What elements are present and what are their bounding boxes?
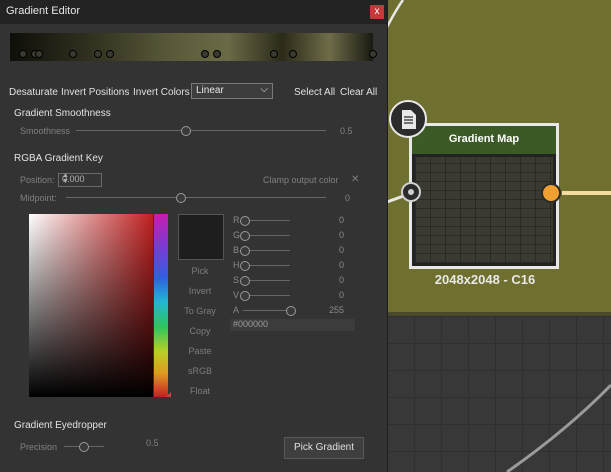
channel-value-h: 0: [338, 260, 344, 270]
invert-colors-button[interactable]: Invert Colors: [133, 87, 190, 98]
rgba-key-section-title: RGBA Gradient Key: [14, 153, 103, 164]
channel-label-b: B: [233, 245, 240, 255]
graph-canvas[interactable]: Gradient Map 2048x2048 - C16: [387, 0, 611, 472]
midpoint-label: Midpoint:: [20, 193, 57, 203]
gradient-stop[interactable]: [19, 50, 27, 58]
hue-marker[interactable]: [166, 392, 171, 397]
channel-slider-s[interactable]: [243, 280, 290, 281]
node-thumbnail: [415, 157, 553, 263]
channel-label-r: R: [233, 215, 240, 225]
hex-value: #000000: [233, 319, 269, 329]
position-spinner-icon[interactable]: ▲ ▼: [62, 172, 99, 185]
channel-value-s: 0: [338, 275, 344, 285]
midpoint-slider[interactable]: [66, 197, 326, 198]
color-swatch[interactable]: [178, 214, 224, 260]
channel-slider-knob-r[interactable]: [240, 216, 250, 226]
gradient-stop[interactable]: [69, 50, 77, 58]
channel-slider-knob-a[interactable]: [286, 306, 296, 316]
gradient-stop[interactable]: [289, 50, 297, 58]
gradient-stop[interactable]: [213, 50, 221, 58]
channel-value-r: 0: [338, 215, 344, 225]
channel-value-v: 0: [338, 290, 344, 300]
hue-strip[interactable]: [154, 214, 168, 397]
channel-slider-knob-g[interactable]: [240, 231, 250, 241]
gradient-stop[interactable]: [35, 50, 43, 58]
smoothness-label: Smoothness: [20, 126, 71, 136]
color-action-srgb[interactable]: sRGB: [178, 366, 222, 376]
select-all-button[interactable]: Select All: [294, 87, 335, 98]
node-title: Gradient Map: [448, 133, 520, 145]
desaturate-button[interactable]: Desaturate: [9, 87, 58, 98]
smoothness-slider[interactable]: [76, 130, 326, 131]
connection-wire: [387, 0, 405, 28]
channel-label-g: G: [233, 230, 241, 240]
position-field[interactable]: 0.000 ▲ ▼: [58, 172, 102, 187]
clamp-close-icon[interactable]: ✕: [351, 174, 359, 185]
precision-value: 0.5: [146, 438, 159, 448]
color-action-to-gray[interactable]: To Gray: [178, 306, 222, 316]
invert-positions-button[interactable]: Invert Positions: [61, 87, 129, 98]
color-action-float[interactable]: Float: [178, 386, 222, 396]
node-resolution-label: 2048x2048 - C16: [434, 272, 536, 287]
gradient-stop[interactable]: [270, 50, 278, 58]
channel-value-g: 0: [338, 230, 344, 240]
channel-label-h: H: [233, 260, 240, 270]
interpolation-select[interactable]: Linear ⌵: [191, 83, 273, 99]
channel-value-a: 255: [328, 305, 344, 315]
precision-slider-knob[interactable]: [79, 442, 89, 452]
channel-slider-a[interactable]: [243, 310, 290, 311]
channel-slider-b[interactable]: [243, 250, 290, 251]
pick-gradient-button[interactable]: Pick Gradient: [284, 437, 364, 459]
channel-slider-knob-b[interactable]: [240, 246, 250, 256]
clear-all-button[interactable]: Clear All: [340, 87, 377, 98]
title-bar[interactable]: Gradient Editor x: [0, 0, 387, 24]
midpoint-value: 0: [345, 193, 351, 203]
gradient-stop[interactable]: [106, 50, 114, 58]
channel-slider-knob-s[interactable]: [240, 276, 250, 286]
node-doc-icon[interactable]: [389, 100, 427, 138]
position-label: Position:: [20, 175, 55, 185]
color-action-copy[interactable]: Copy: [178, 326, 222, 336]
clamp-output-color-label[interactable]: Clamp output color: [263, 175, 339, 185]
channel-slider-v[interactable]: [243, 295, 290, 296]
eyedropper-section-title: Gradient Eyedropper: [14, 420, 107, 431]
hex-color-field[interactable]: #000000: [230, 319, 355, 331]
input-port-dot: [408, 189, 414, 195]
close-button[interactable]: x: [370, 5, 384, 19]
gradient-editor-panel: Gradient Editor x Desaturate Invert Posi…: [0, 0, 388, 472]
color-action-paste[interactable]: Paste: [178, 346, 222, 356]
channel-slider-r[interactable]: [243, 220, 290, 221]
color-action-invert[interactable]: Invert: [178, 286, 222, 296]
precision-label: Precision: [20, 442, 58, 452]
output-port-icon[interactable]: [541, 183, 561, 203]
interpolation-value: Linear: [196, 85, 224, 96]
window-title: Gradient Editor: [6, 5, 80, 17]
channel-slider-knob-h[interactable]: [240, 261, 250, 271]
gradient-preview-bar[interactable]: [10, 33, 373, 61]
gradient-stop[interactable]: [201, 50, 209, 58]
channel-label-a: A: [233, 305, 240, 315]
smoothness-value: 0.5: [340, 126, 353, 136]
channel-value-b: 0: [338, 245, 344, 255]
color-action-pick[interactable]: Pick: [178, 266, 222, 276]
gradient-stop[interactable]: [94, 50, 102, 58]
midpoint-slider-knob[interactable]: [176, 193, 186, 203]
channel-label-v: V: [233, 290, 240, 300]
chevron-down-icon: ⌵: [260, 84, 268, 95]
channel-slider-h[interactable]: [243, 265, 290, 266]
smoothness-section-title: Gradient Smoothness: [14, 108, 111, 119]
channel-slider-g[interactable]: [243, 235, 290, 236]
smoothness-slider-knob[interactable]: [181, 126, 191, 136]
gradient-map-node[interactable]: Gradient Map: [409, 123, 559, 269]
lower-wire: [506, 383, 611, 472]
channel-label-s: S: [233, 275, 240, 285]
channel-slider-knob-v[interactable]: [240, 291, 250, 301]
input-port-icon[interactable]: [401, 182, 421, 202]
gradient-stop[interactable]: [369, 50, 377, 58]
saturation-value-picker[interactable]: [29, 214, 153, 397]
